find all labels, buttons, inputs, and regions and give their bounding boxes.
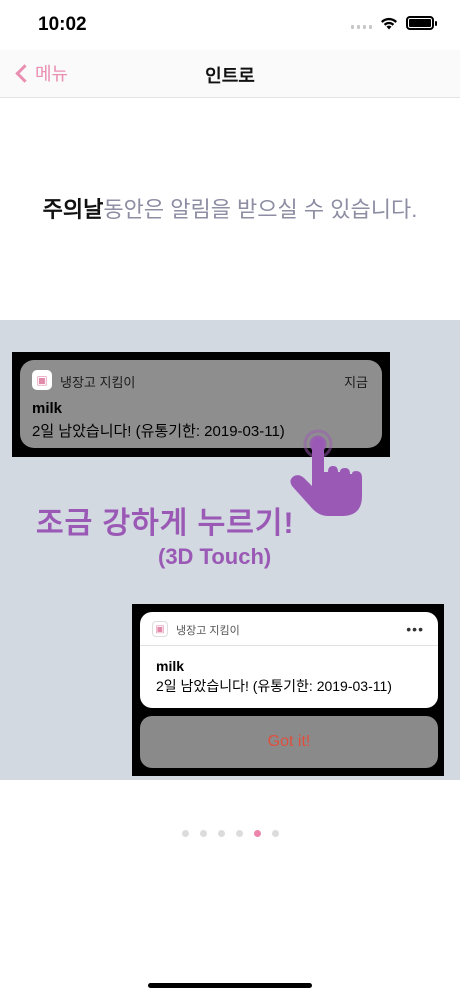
- 3d-touch-instruction: 조금 강하게 누르기!: [36, 507, 295, 540]
- status-icons: [351, 16, 437, 30]
- status-time: 10:02: [38, 14, 87, 35]
- notification-app-name: 냉장고 지킴이: [60, 375, 136, 390]
- expanded-app-name: 냉장고 지킴이: [176, 625, 240, 637]
- battery-icon: [406, 16, 437, 30]
- page-dot[interactable]: [199, 830, 207, 837]
- fridge-app-icon: ▣: [32, 370, 52, 390]
- page-dot[interactable]: [235, 830, 243, 837]
- notification-title: milk: [32, 400, 63, 417]
- expanded-notification-frame: ▣ 냉장고 지킴이 ••• milk 2일 남았습니다! (유통기한: 2019…: [132, 604, 444, 776]
- page-dot[interactable]: [271, 830, 279, 837]
- got-it-action: Got it!: [140, 716, 438, 768]
- page-title: 인트로: [205, 66, 255, 86]
- page-dot[interactable]: [217, 830, 225, 837]
- expanded-notification-header: ▣ 냉장고 지킴이 •••: [140, 612, 438, 646]
- expanded-notification: ▣ 냉장고 지킴이 ••• milk 2일 남았습니다! (유통기한: 2019…: [140, 612, 438, 708]
- headline-emphasis: 주의날: [42, 197, 104, 222]
- status-bar: 10:02: [0, 0, 460, 50]
- expanded-notification-body: 2일 남았습니다! (유통기한: 2019-03-11): [156, 678, 392, 694]
- page-dot[interactable]: [181, 830, 189, 837]
- wifi-icon: [381, 17, 397, 29]
- page-indicator[interactable]: [0, 830, 460, 837]
- fridge-app-icon: ▣: [152, 621, 168, 637]
- home-indicator[interactable]: [148, 983, 312, 988]
- notification-time: 지금: [344, 375, 368, 390]
- got-it-label: Got it!: [267, 733, 311, 750]
- notification-body: 2일 남았습니다! (유통기한: 2019-03-11): [32, 423, 285, 440]
- more-icon: •••: [406, 621, 424, 637]
- 3d-touch-label: (3D Touch): [158, 544, 272, 569]
- intro-illustration: ▣ 냉장고 지킴이 지금 milk 2일 남았습니다! (유통기한: 2019-…: [0, 320, 460, 780]
- intro-headline: 주의날동안은 알림을 받으실 수 있습니다.: [0, 192, 460, 224]
- headline-text: 동안은 알림을 받으실 수 있습니다.: [103, 197, 418, 222]
- pointing-hand-icon: [290, 429, 362, 516]
- cellular-signal-icon: [351, 17, 372, 29]
- navigation-bar: 메뉴 인트로: [0, 50, 460, 98]
- expanded-notification-title: milk: [156, 658, 185, 674]
- page-dot[interactable]: [253, 830, 261, 837]
